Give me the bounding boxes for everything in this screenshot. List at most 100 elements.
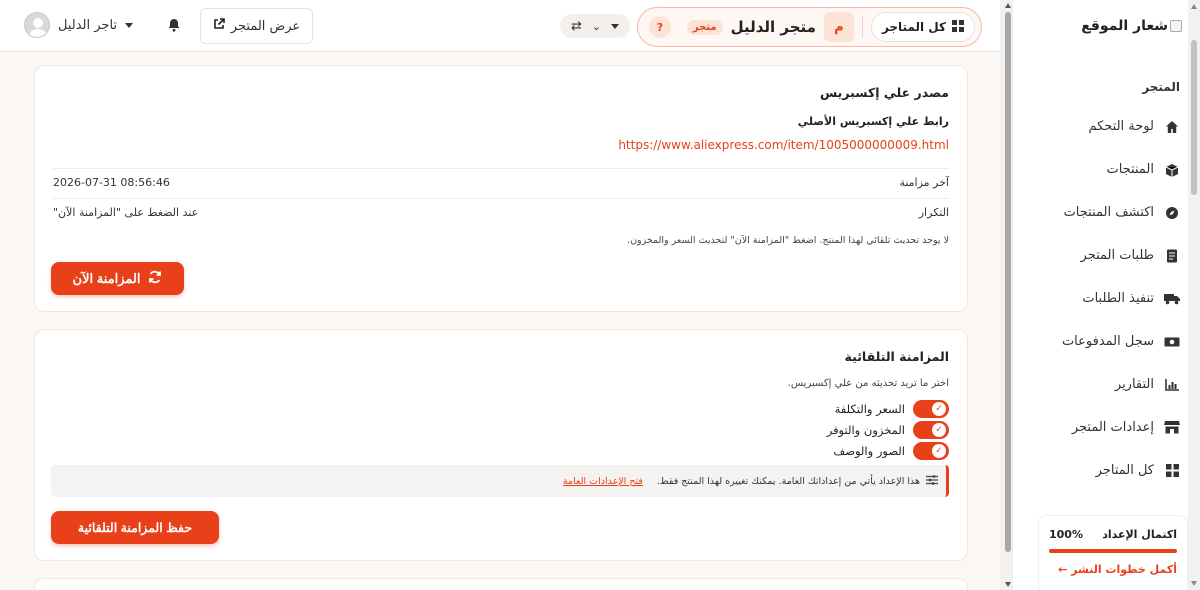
sidebar-nav: لوحة التحكم المنتجات اكتشف المنتجات طلبا… <box>1030 105 1200 492</box>
last-sync-row: آخر مزامنة 2026-07-31 08:56:46 <box>53 168 949 196</box>
sidebar-item-label: المنتجات <box>1106 162 1154 177</box>
sidebar-item-payments[interactable]: سجل المدفوعات <box>1030 320 1200 363</box>
progress-fill <box>1049 549 1177 553</box>
setup-percent: 100% <box>1049 528 1083 541</box>
sidebar-section-label: المتجر <box>1142 80 1180 94</box>
toggle-switch[interactable]: ✓ <box>913 400 949 418</box>
progress-bar <box>1049 549 1177 553</box>
toggle-label: الصور والوصف <box>833 444 905 458</box>
auto-sync-description: اختر ما تريد تحديثه من علي إكسبريس. <box>787 378 949 389</box>
divider <box>861 16 863 38</box>
notice-text: هذا الإعداد يأتي من إعداداتك العامة. يمك… <box>656 475 920 487</box>
sidebar-item-products[interactable]: المنتجات <box>1030 148 1200 191</box>
chevron-down-icon: ⌄ <box>591 19 602 33</box>
sidebar-item-dashboard[interactable]: لوحة التحكم <box>1030 105 1200 148</box>
money-icon <box>1164 334 1180 350</box>
aliexpress-url-link[interactable]: https://www.aliexpress.com/item/10050000… <box>618 138 949 152</box>
toggle-label: السعر والتكلفة <box>834 402 905 416</box>
sidebar-item-label: سجل المدفوعات <box>1061 334 1154 349</box>
sidebar: شعار الموقع المتجر لوحة التحكم المنتجات … <box>1012 0 1200 590</box>
sidebar-item-fulfillment[interactable]: تنفيذ الطلبات <box>1030 277 1200 320</box>
broken-image-icon <box>1170 20 1182 32</box>
site-logo[interactable]: شعار الموقع <box>1032 16 1182 36</box>
sidebar-item-orders[interactable]: طلبات المتجر <box>1030 234 1200 277</box>
user-menu[interactable]: تاجر الدليل <box>24 12 134 38</box>
grid-icon <box>952 19 964 35</box>
check-icon: ✓ <box>932 423 946 437</box>
home-icon <box>1164 119 1180 135</box>
sync-note: لا يوجد تحديث تلقائي لهذا المنتج. اضغط "… <box>627 235 949 246</box>
original-link-label: رابط علي إكسبريس الأصلي <box>797 115 949 128</box>
frequency-label: التكرار <box>918 206 949 219</box>
toggle-price-cost[interactable]: ✓ السعر والتكلفة <box>835 400 949 418</box>
all-stores-button[interactable]: كل المتاجر <box>870 12 975 42</box>
refresh-icon <box>148 270 162 287</box>
sidebar-item-label: لوحة التحكم <box>1088 119 1154 134</box>
compass-icon <box>1164 205 1180 221</box>
check-icon: ✓ <box>932 402 946 416</box>
last-sync-value: 2026-07-31 08:56:46 <box>53 176 170 189</box>
chart-icon <box>1164 377 1180 393</box>
last-sync-label: آخر مزامنة <box>899 176 949 189</box>
complete-publishing-link[interactable]: أكمل خطوات النشر ← <box>1049 563 1177 576</box>
sidebar-item-label: طلبات المتجر <box>1080 248 1154 263</box>
sidebar-item-reports[interactable]: التقارير <box>1030 363 1200 406</box>
card-title: المزامنة التلقائية <box>844 349 949 364</box>
store-switcher-toggle[interactable]: ⌄ ⇄ <box>560 14 630 38</box>
window-scrollbar[interactable] <box>1188 0 1200 590</box>
setup-progress-card: اكتمال الإعداد 100% أكمل خطوات النشر ← <box>1038 515 1188 590</box>
scroll-thumb[interactable] <box>1005 12 1011 552</box>
next-card <box>34 578 968 590</box>
help-icon[interactable]: ? <box>648 16 671 38</box>
sidebar-item-discover[interactable]: اكتشف المنتجات <box>1030 191 1200 234</box>
setup-title: اكتمال الإعداد <box>1102 528 1177 541</box>
box-icon <box>1164 162 1180 178</box>
toggle-switch[interactable]: ✓ <box>913 442 949 460</box>
toggle-images-description[interactable]: ✓ الصور والوصف <box>833 442 949 460</box>
sidebar-item-all-stores[interactable]: كل المتاجر <box>1030 449 1200 492</box>
scroll-up-icon[interactable] <box>1191 4 1197 9</box>
view-store-label: عرض المتجر <box>230 18 301 34</box>
top-header: تاجر الدليل عرض المتجر ⌄ ⇄ كل المتاجر م … <box>0 0 1000 52</box>
sidebar-item-label: اكتشف المنتجات <box>1063 205 1154 220</box>
toggle-switch[interactable]: ✓ <box>913 421 949 439</box>
bell-icon[interactable] <box>166 17 182 33</box>
scroll-thumb[interactable] <box>1191 40 1197 195</box>
global-settings-notice: هذا الإعداد يأتي من إعداداتك العامة. يمك… <box>51 465 949 497</box>
receipt-icon <box>1164 248 1180 264</box>
sidebar-item-label: إعدادات المتجر <box>1071 420 1154 435</box>
save-auto-sync-button[interactable]: حفظ المزامنة التلقائية <box>51 511 219 544</box>
all-stores-label: كل المتاجر <box>881 20 946 34</box>
toggle-label: المخزون والتوفر <box>826 423 905 437</box>
toggle-stock-availability[interactable]: ✓ المخزون والتوفر <box>827 421 949 439</box>
truck-icon <box>1164 291 1180 307</box>
check-icon: ✓ <box>932 444 946 458</box>
card-title: مصدر علي إكسبريس <box>820 85 949 100</box>
sync-now-label: المزامنة الآن <box>72 270 141 286</box>
store-selector[interactable]: كل المتاجر م متجر الدليل متجر ? <box>637 7 982 47</box>
sync-now-button[interactable]: المزامنة الآن <box>51 262 184 295</box>
scroll-down-icon[interactable] <box>1005 582 1011 587</box>
avatar <box>24 12 50 38</box>
frequency-row: التكرار عند الضغط على "المزامنة الآن" <box>53 198 949 226</box>
logo-alt-text: شعار الموقع <box>1081 18 1168 34</box>
chevron-down-icon <box>611 23 620 29</box>
sidebar-item-label: كل المتاجر <box>1095 463 1154 478</box>
view-store-button[interactable]: عرض المتجر <box>200 8 313 44</box>
aliexpress-source-card: مصدر علي إكسبريس رابط علي إكسبريس الأصلي… <box>34 65 968 312</box>
sliders-icon <box>926 474 938 488</box>
scroll-down-icon[interactable] <box>1191 581 1197 586</box>
sidebar-item-label: تنفيذ الطلبات <box>1082 291 1154 306</box>
scroll-up-icon[interactable] <box>1005 3 1011 8</box>
auto-sync-card: المزامنة التلقائية اختر ما تريد تحديثه م… <box>34 329 968 561</box>
store-name: متجر الدليل <box>730 18 816 36</box>
external-link-icon <box>213 18 225 34</box>
sidebar-item-store-settings[interactable]: إعدادات المتجر <box>1030 406 1200 449</box>
chevron-down-icon <box>125 22 134 28</box>
swap-icon: ⇄ <box>571 18 582 34</box>
open-global-settings-link[interactable]: فتح الإعدادات العامة <box>563 476 643 487</box>
sidebar-item-label: التقارير <box>1114 377 1154 392</box>
store-avatar: م <box>823 12 854 42</box>
frequency-value: عند الضغط على "المزامنة الآن" <box>53 206 199 219</box>
status-badge: متجر <box>686 19 723 35</box>
